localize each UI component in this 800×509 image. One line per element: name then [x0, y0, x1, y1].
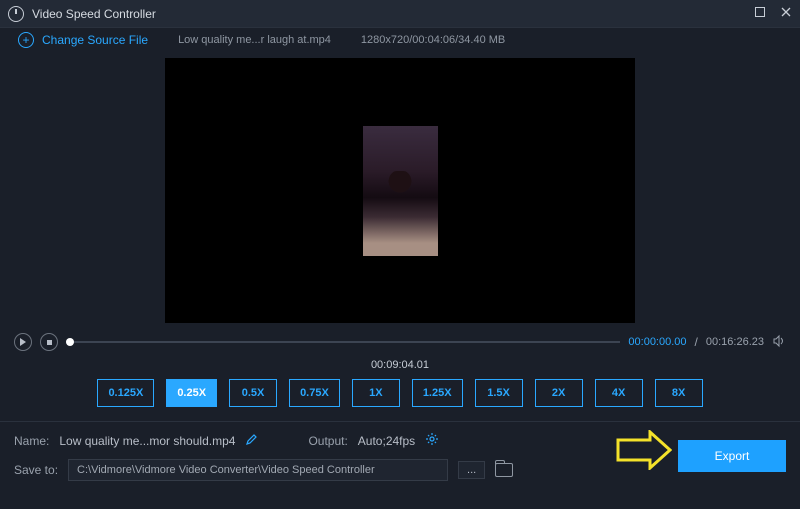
browse-button[interactable]: ... — [458, 461, 485, 479]
time-total: 00:16:26.23 — [706, 336, 764, 348]
playback-controls: 00:00:00.00/00:16:26.23 — [0, 327, 800, 353]
speed-button-0-75x[interactable]: 0.75X — [289, 379, 340, 407]
volume-button[interactable] — [772, 334, 786, 351]
save-path[interactable]: C:\Vidmore\Vidmore Video Converter\Video… — [68, 459, 448, 481]
speed-button-8x[interactable]: 8X — [655, 379, 703, 407]
progress-bar[interactable] — [66, 341, 620, 343]
open-folder-button[interactable] — [495, 463, 513, 477]
app-title: Video Speed Controller — [32, 7, 754, 21]
output-settings-button[interactable] — [425, 432, 439, 449]
speed-button-0-5x[interactable]: 0.5X — [229, 379, 277, 407]
speed-button-1-25x[interactable]: 1.25X — [412, 379, 463, 407]
source-meta: 1280x720/00:04:06/34.40 MB — [361, 34, 505, 46]
change-source-button[interactable]: + Change Source File — [18, 32, 148, 48]
preview-area — [0, 56, 800, 327]
footer-row-save: Save to: C:\Vidmore\Vidmore Video Conver… — [14, 459, 786, 481]
speed-button-0-125x[interactable]: 0.125X — [97, 379, 154, 407]
titlebar: Video Speed Controller — [0, 0, 800, 28]
speed-button-0-25x[interactable]: 0.25X — [166, 379, 217, 407]
speed-options: 0.125X 0.25X 0.5X 0.75X 1X 1.25X 1.5X 2X 4X 8X — [0, 377, 800, 417]
output-value: Auto;24fps — [358, 434, 415, 448]
source-filename: Low quality me...r laugh at.mp4 — [178, 34, 331, 46]
save-label: Save to: — [14, 463, 58, 477]
edit-name-button[interactable] — [245, 433, 258, 449]
timeline-value: 00:09:04.01 — [0, 353, 800, 377]
speed-button-4x[interactable]: 4X — [595, 379, 643, 407]
toolbar: + Change Source File Low quality me...r … — [0, 28, 800, 56]
app-icon — [8, 6, 24, 22]
video-thumbnail — [363, 126, 438, 256]
close-button[interactable] — [780, 6, 792, 21]
name-value: Low quality me...mor should.mp4 — [59, 434, 235, 448]
time-current: 00:00:00.00 — [628, 336, 686, 348]
play-button[interactable] — [14, 333, 32, 351]
speed-button-1x[interactable]: 1X — [352, 379, 400, 407]
footer-row-name-output: Name: Low quality me...mor should.mp4 Ou… — [14, 432, 786, 449]
export-button[interactable]: Export — [678, 440, 786, 472]
video-canvas[interactable] — [165, 58, 635, 323]
output-label: Output: — [308, 434, 347, 448]
stop-button[interactable] — [40, 333, 58, 351]
footer: Name: Low quality me...mor should.mp4 Ou… — [0, 421, 800, 487]
speed-button-2x[interactable]: 2X — [535, 379, 583, 407]
speed-button-1-5x[interactable]: 1.5X — [475, 379, 523, 407]
plus-icon: + — [18, 32, 34, 48]
name-label: Name: — [14, 434, 49, 448]
maximize-button[interactable] — [754, 6, 766, 21]
window-controls — [754, 6, 792, 21]
progress-handle[interactable] — [66, 338, 74, 346]
change-source-label: Change Source File — [42, 33, 148, 47]
